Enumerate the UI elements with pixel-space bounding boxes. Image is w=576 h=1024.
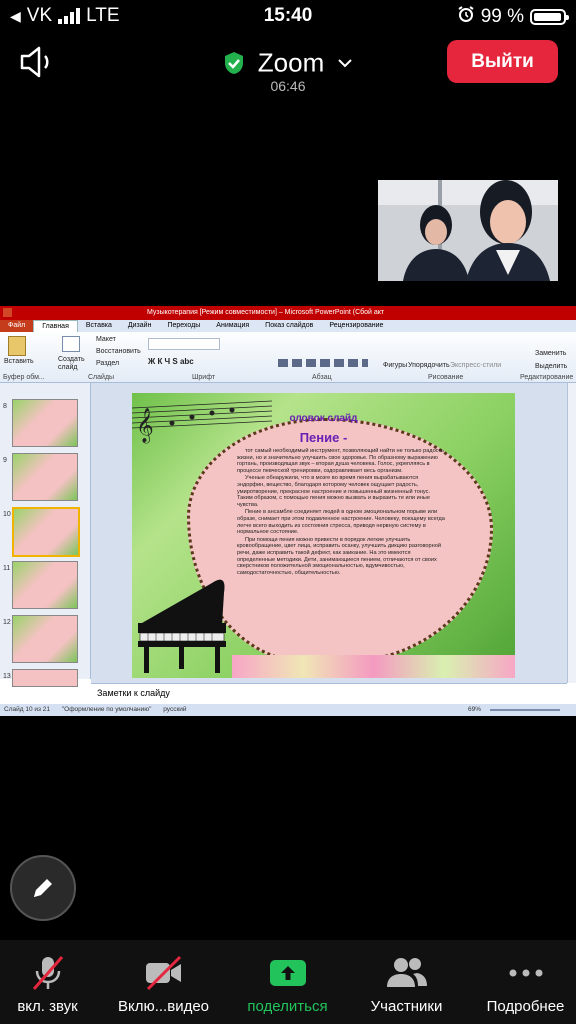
unmute-label: вкл. звук — [17, 998, 78, 1015]
thumb-number: 12 — [3, 619, 11, 626]
slide-thumbnail-selected[interactable] — [12, 507, 80, 557]
group-drawing: Рисование — [428, 374, 464, 381]
participants-icon — [349, 956, 464, 990]
alarm-icon — [457, 5, 475, 29]
shield-icon — [224, 52, 243, 75]
share-icon — [230, 956, 345, 990]
tab-home[interactable]: Главная — [33, 320, 78, 332]
leave-button[interactable]: Выйти — [447, 40, 558, 83]
thumb-number: 8 — [3, 403, 7, 410]
more-icon — [468, 956, 576, 990]
share-label: поделиться — [247, 998, 328, 1015]
battery-percent: 99 % — [480, 6, 524, 27]
replace-button[interactable]: Заменить — [535, 350, 566, 357]
slide-editor[interactable]: 𝄞 оловок слайд Пение - тот самый необход… — [91, 383, 567, 683]
thumb-number: 11 — [3, 565, 11, 572]
thumb-number: 10 — [3, 511, 11, 518]
slide-paragraph: Пение в ансамбле соединяет людей в одном… — [237, 509, 445, 536]
thumb-number: 13 — [3, 673, 11, 680]
tab-file[interactable]: Файл — [0, 320, 34, 332]
thumb-number: 9 — [3, 457, 7, 464]
zoom-level[interactable]: 69% — [468, 704, 481, 716]
participants-label: Участники — [370, 998, 443, 1015]
window-title: Музыкотерапия [Режим совместимости] – Mi… — [146, 309, 385, 316]
unmute-button[interactable]: вкл. звук — [0, 940, 105, 1024]
group-clipboard: Буфер обм... — [3, 374, 45, 381]
paragraph-align-icons[interactable] — [278, 359, 368, 367]
ribbon: Вставить Создать слайд Макет Восстановит… — [0, 332, 576, 383]
status-theme: "Оформление по умолчанию" — [61, 706, 152, 713]
tab-slideshow[interactable]: Показ слайдов — [257, 320, 321, 332]
group-paragraph: Абзац — [312, 374, 332, 381]
more-button[interactable]: Подробнее — [468, 940, 576, 1024]
meeting-toolbar: вкл. звук Вклю...видео поделиться Участн… — [0, 940, 576, 1024]
share-button[interactable]: поделиться — [230, 940, 345, 1024]
start-video-label: Вклю...видео — [117, 998, 210, 1015]
arrange-button[interactable]: Упорядочить — [408, 362, 450, 369]
slide-paragraph: тот самый необходимый инструмент, позвол… — [237, 448, 444, 474]
slide-thumbnails: 8 9 10 11 12 13 — [0, 383, 91, 687]
slide-thumbnail[interactable] — [12, 669, 78, 687]
powerpoint-icon — [3, 308, 12, 317]
start-video-button[interactable]: Вклю...видео — [106, 940, 221, 1024]
zoom-slider[interactable] — [490, 709, 560, 711]
slide-thumbnail[interactable] — [12, 399, 78, 447]
section-button[interactable]: Раздел — [96, 360, 119, 367]
status-language: русский — [163, 706, 187, 713]
vertical-scrollbar[interactable] — [567, 383, 576, 683]
tab-transitions[interactable]: Переходы — [159, 320, 208, 332]
reset-button[interactable]: Восстановить — [96, 348, 141, 355]
notes-field[interactable]: Заметки к слайду — [91, 683, 567, 701]
slide-body-text[interactable]: тот самый необходимый инструмент, позвол… — [237, 448, 447, 577]
font-box[interactable] — [148, 338, 220, 350]
group-editing: Редактирование — [520, 374, 574, 381]
slide-thumbnail[interactable] — [12, 561, 78, 609]
group-slides: Слайды — [88, 374, 115, 381]
battery-icon — [530, 9, 569, 25]
quick-styles-button[interactable]: Экспресс-стили — [450, 362, 501, 369]
participants-button[interactable]: Участники — [349, 940, 464, 1024]
paste-icon[interactable] — [8, 336, 26, 356]
chevron-down-icon — [338, 59, 353, 68]
slide-heading[interactable]: оловок слайд — [132, 413, 515, 424]
layout-button[interactable]: Макет — [96, 336, 116, 343]
tab-animation[interactable]: Анимация — [208, 320, 257, 332]
status-bar: ◀ VK LTE 15:40 99 % — [0, 0, 576, 32]
status-slide-count: Слайд 10 из 21 — [4, 706, 51, 713]
current-slide[interactable]: 𝄞 оловок слайд Пение - тот самый необход… — [132, 393, 515, 678]
app-name: Zoom — [257, 47, 325, 78]
shared-screen[interactable]: Музыкотерапия [Режим совместимости] – Mi… — [0, 306, 576, 716]
slide-thumbnail[interactable] — [12, 615, 78, 663]
font-format-icons[interactable]: Ж К Ч S abc — [148, 357, 194, 366]
powerpoint-statusbar: Слайд 10 из 21 "Оформление по умолчанию"… — [0, 704, 576, 716]
ribbon-tabs: Файл Главная Вставка Дизайн Переходы Ани… — [0, 320, 576, 332]
new-slide-icon[interactable] — [62, 336, 80, 352]
piano-image — [138, 579, 226, 673]
pencil-icon — [34, 879, 52, 897]
more-label: Подробнее — [486, 998, 565, 1015]
group-font: Шрифт — [192, 374, 216, 381]
shapes-button[interactable]: Фигуры — [383, 362, 407, 369]
slide-paragraph: При помощи пения можно привести в порядо… — [237, 536, 441, 576]
slide-thumbnail[interactable] — [12, 453, 78, 501]
select-button[interactable]: Выделить — [535, 363, 567, 370]
new-slide-button[interactable]: Создать слайд — [58, 356, 86, 372]
tab-insert[interactable]: Вставка — [78, 320, 120, 332]
window-titlebar: Музыкотерапия [Режим совместимости] – Mi… — [0, 306, 576, 320]
paste-button[interactable]: Вставить — [4, 358, 34, 365]
video-off-icon — [106, 955, 221, 991]
annotate-button[interactable] — [10, 855, 76, 921]
mic-off-icon — [0, 956, 105, 990]
tab-design[interactable]: Дизайн — [120, 320, 160, 332]
slide-paragraph: Ученые обнаружили, что в мозге во время … — [237, 475, 430, 508]
tab-review[interactable]: Рецензирование — [321, 320, 391, 332]
flowers-image — [232, 655, 515, 678]
slide-title[interactable]: Пение - — [132, 430, 515, 445]
